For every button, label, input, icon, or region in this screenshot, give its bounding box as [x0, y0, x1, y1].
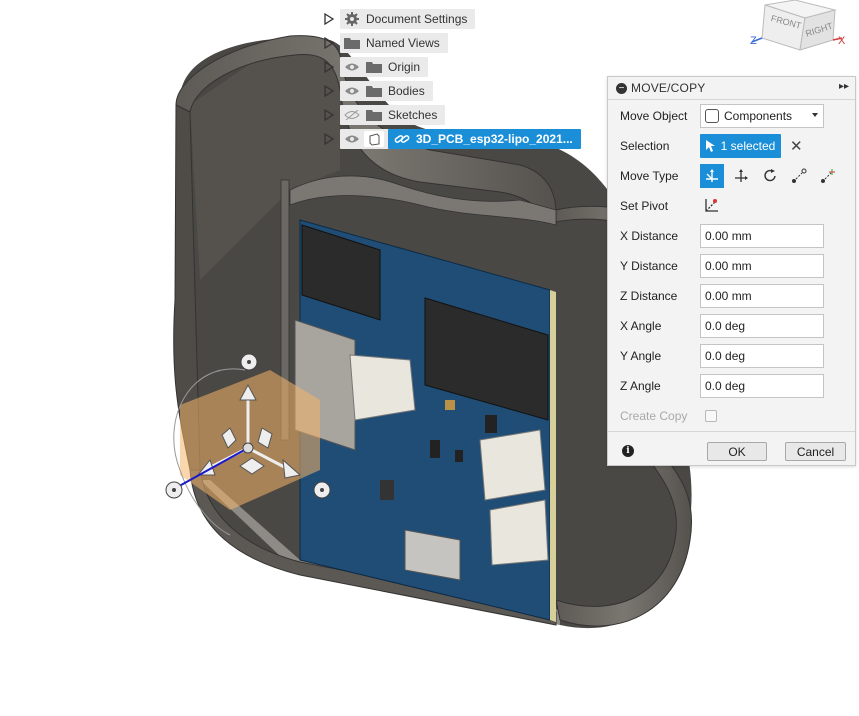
component-icon — [364, 131, 384, 147]
move-object-label: Move Object — [620, 109, 688, 123]
folder-icon — [364, 83, 384, 99]
point-to-position-icon[interactable] — [816, 164, 840, 188]
set-pivot-button[interactable] — [703, 196, 723, 216]
component-icon — [705, 109, 719, 123]
expand-arrow-icon[interactable] — [322, 84, 336, 98]
eye-icon[interactable] — [342, 59, 362, 75]
tree-item-origin[interactable]: Origin — [322, 56, 429, 78]
info-icon[interactable]: i — [622, 445, 634, 457]
tree-item-label: Document Settings — [366, 12, 468, 26]
eye-icon[interactable] — [342, 131, 362, 147]
eye-hidden-icon[interactable] — [342, 107, 362, 123]
free-move-icon[interactable] — [700, 164, 724, 188]
expand-dialog-icon[interactable]: ▸▸ — [839, 81, 849, 92]
x-angle-input[interactable]: 0.0 deg — [700, 314, 824, 338]
clear-selection-button[interactable]: ✕ — [790, 137, 803, 155]
dialog-title: MOVE/COPY — [631, 81, 706, 95]
x-distance-label: X Distance — [620, 229, 679, 243]
z-angle-input[interactable]: 0.0 deg — [700, 374, 824, 398]
dialog-header[interactable]: − MOVE/COPY ▸▸ — [608, 77, 855, 100]
move-object-value: Components — [724, 109, 793, 123]
cancel-button[interactable]: Cancel — [785, 442, 846, 461]
tree-item-label: Named Views — [366, 36, 440, 50]
pcb-board[interactable] — [294, 219, 556, 622]
selection-value: 1 selected — [720, 139, 776, 153]
tree-item-label: Origin — [388, 60, 421, 74]
create-copy-label: Create Copy — [620, 409, 688, 423]
y-angle-input[interactable]: 0.0 deg — [700, 344, 824, 368]
chevron-down-icon — [812, 113, 818, 117]
y-angle-label: Y Angle — [620, 349, 662, 363]
tree-item-sketches[interactable]: Sketches — [322, 104, 446, 126]
expand-arrow-icon[interactable] — [322, 108, 336, 122]
x-angle-label: X Angle — [620, 319, 662, 333]
move-type-label: Move Type — [620, 169, 679, 183]
axis-z-label: Z — [750, 35, 757, 47]
folder-icon — [364, 107, 384, 123]
translate-icon[interactable] — [729, 164, 753, 188]
tree-item-bodies[interactable]: Bodies — [322, 80, 433, 102]
tree-item-document-settings[interactable]: Document Settings — [322, 8, 476, 30]
eye-icon[interactable] — [342, 83, 362, 99]
expand-arrow-icon[interactable] — [322, 132, 336, 146]
expand-arrow-icon[interactable] — [322, 12, 336, 26]
move-type-options — [700, 164, 845, 188]
y-distance-label: Y Distance — [620, 259, 678, 273]
point-to-point-icon[interactable] — [787, 164, 811, 188]
ok-button[interactable]: OK — [707, 442, 767, 461]
tree-item-named-views[interactable]: Named Views — [322, 32, 448, 54]
tree-item-label: Sketches — [388, 108, 438, 122]
selection-label: Selection — [620, 139, 670, 153]
dialog-footer: i OK Cancel — [608, 431, 855, 466]
z-distance-input[interactable]: 0.00 mm — [700, 284, 824, 308]
create-copy-checkbox[interactable] — [705, 410, 717, 422]
expand-arrow-icon[interactable] — [322, 60, 336, 74]
move-copy-dialog: − MOVE/COPY ▸▸ Move Object Components Se… — [607, 76, 856, 466]
move-object-dropdown[interactable]: Components — [700, 104, 824, 128]
y-distance-input[interactable]: 0.00 mm — [700, 254, 824, 278]
folder-icon — [364, 59, 384, 75]
gear-icon — [342, 11, 362, 27]
folder-icon — [342, 35, 362, 51]
selection-button[interactable]: 1 selected — [700, 134, 781, 158]
tree-item-pcb-component[interactable]: 3D_PCB_esp32-lipo_2021... — [322, 128, 581, 150]
axis-x-label: X — [838, 35, 846, 47]
link-icon — [392, 131, 412, 147]
z-angle-label: Z Angle — [620, 379, 661, 393]
view-cube[interactable]: FRONT RIGHT Z X — [750, 0, 846, 51]
expand-arrow-icon[interactable] — [322, 36, 336, 50]
rotate-icon[interactable] — [758, 164, 782, 188]
x-distance-input[interactable]: 0.00 mm — [700, 224, 824, 248]
tree-item-label: Bodies — [388, 84, 425, 98]
collapse-icon[interactable]: − — [616, 82, 627, 94]
z-distance-label: Z Distance — [620, 289, 678, 303]
tree-item-label: 3D_PCB_esp32-lipo_2021... — [416, 132, 573, 146]
cursor-icon — [705, 140, 715, 152]
set-pivot-label: Set Pivot — [620, 199, 669, 213]
